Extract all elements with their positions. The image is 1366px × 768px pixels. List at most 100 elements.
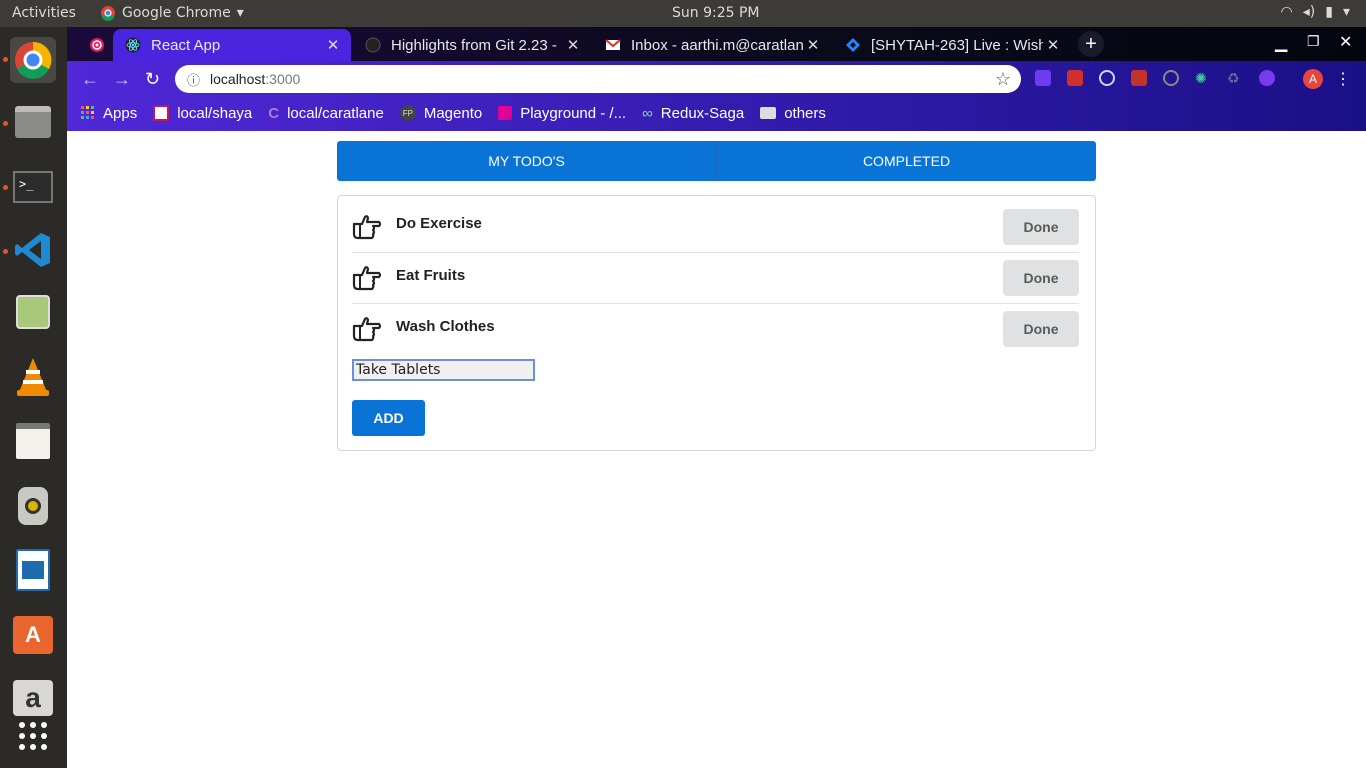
apps-grid-icon — [81, 106, 94, 119]
maximize-icon[interactable]: ❐ — [1307, 33, 1320, 50]
page-content: MY TODO'S COMPLETED Do Exercise Done Eat… — [67, 131, 1366, 768]
extension-icon[interactable] — [1067, 70, 1083, 86]
minimize-icon[interactable]: ▁ — [1275, 33, 1287, 53]
tab-inbox[interactable]: Inbox - aarthi.m@caratlan ✕ — [593, 29, 831, 61]
jira-icon — [846, 38, 860, 52]
target-icon — [90, 38, 104, 52]
app-menu[interactable]: Google Chrome ▾ — [100, 5, 244, 21]
activities-button[interactable]: Activities — [12, 5, 76, 21]
bookmark-playground[interactable]: Playground - /... — [498, 105, 626, 122]
todo-item: Wash Clothes Done — [352, 303, 1079, 354]
todo-text: Eat Fruits — [396, 266, 466, 284]
folder-icon — [760, 107, 777, 119]
done-button[interactable]: Done — [1003, 260, 1079, 296]
image-viewer-icon[interactable] — [10, 289, 56, 335]
todo-tabs: MY TODO'S COMPLETED — [337, 141, 1096, 181]
new-todo-input[interactable]: Take Tablets — [352, 359, 535, 381]
speaker-icon[interactable] — [10, 483, 56, 529]
tab-react-app[interactable]: React App ✕ — [113, 29, 351, 61]
extension-icon[interactable] — [1163, 70, 1179, 86]
info-icon: ⓘ — [187, 72, 201, 88]
bookmarks-bar: Apps local/shaya C local/caratlane FP Ma… — [67, 101, 842, 125]
bookmark-magento[interactable]: FP Magento — [399, 105, 482, 122]
menu-icon[interactable]: ⋮ — [1335, 69, 1351, 89]
github-icon — [365, 37, 381, 53]
system-top-bar: Activities Google Chrome ▾ Sun 9:25 PM ◠… — [0, 0, 1366, 27]
close-icon[interactable]: ✕ — [563, 36, 583, 54]
bookmark-favicon-icon: ∞ — [642, 104, 653, 122]
done-button[interactable]: Done — [1003, 208, 1079, 245]
bookmark-favicon-icon: C — [268, 104, 280, 122]
chevron-down-icon: ▾ — [236, 5, 244, 21]
url-host: localhost — [210, 71, 266, 87]
todo-text: Wash Clothes — [396, 317, 495, 335]
todo-item: Do Exercise Done — [352, 201, 1079, 252]
dock: >_ A a — [0, 27, 67, 768]
todo-card: Do Exercise Done Eat Fruits Done Wash Cl… — [337, 195, 1096, 451]
gmail-icon — [605, 39, 621, 50]
url-port: :3000 — [265, 71, 301, 87]
bookmark-favicon-icon: FP — [399, 105, 416, 121]
pointing-hand-icon — [352, 317, 382, 342]
extension-icon[interactable]: ✺ — [1195, 70, 1211, 86]
tab-jira[interactable]: [SHYTAH-263] Live : Wishl ✕ — [833, 29, 1071, 61]
battery-icon: ▮ — [1325, 4, 1333, 20]
tab-title: [SHYTAH-263] Live : Wishl — [871, 36, 1043, 54]
tab-completed[interactable]: COMPLETED — [716, 141, 1096, 181]
todo-item: Eat Fruits Done — [352, 252, 1079, 303]
vlc-icon[interactable] — [10, 354, 56, 400]
tab-title: Inbox - aarthi.m@caratlan — [631, 36, 803, 54]
clock[interactable]: Sun 9:25 PM — [672, 5, 760, 21]
show-apps-icon[interactable] — [10, 713, 56, 759]
todo-text: Do Exercise — [396, 215, 482, 232]
pointing-hand-icon — [352, 214, 382, 239]
volume-icon: ◂) — [1302, 4, 1316, 20]
extension-icon[interactable] — [1259, 70, 1275, 86]
wifi-icon: ◠ — [1280, 4, 1293, 20]
app-name: Google Chrome — [122, 5, 231, 21]
chrome-icon — [101, 6, 115, 21]
close-icon[interactable]: ✕ — [323, 36, 343, 54]
terminal-icon[interactable]: >_ — [10, 164, 56, 210]
bookmark-favicon-icon — [153, 105, 170, 121]
system-tray[interactable]: ◠ ◂) ▮ ▾ — [1281, 4, 1350, 20]
tab-title: Highlights from Git 2.23 - — [391, 36, 557, 54]
extension-icon[interactable]: ♻ — [1227, 70, 1243, 86]
back-icon[interactable]: ← — [81, 69, 99, 90]
bookmark-local-caratlane[interactable]: C local/caratlane — [268, 105, 384, 122]
browser-chrome: React App ✕ Highlights from Git 2.23 - ✕… — [67, 27, 1366, 131]
profile-avatar[interactable]: A — [1303, 69, 1323, 89]
pointing-hand-icon — [352, 266, 382, 291]
window-close-icon[interactable]: ✕ — [1339, 32, 1352, 52]
chevron-down-icon: ▾ — [1342, 4, 1350, 20]
bookmark-favicon-icon — [498, 106, 513, 120]
add-button[interactable]: ADD — [352, 400, 425, 436]
extension-icon[interactable] — [1099, 70, 1115, 86]
bookmark-folder-others[interactable]: others — [760, 105, 826, 122]
dock-chrome-icon[interactable] — [10, 37, 56, 83]
writer-icon[interactable] — [10, 547, 56, 593]
text-editor-icon[interactable] — [10, 418, 56, 464]
tab-git-highlights[interactable]: Highlights from Git 2.23 - ✕ — [353, 29, 591, 61]
reload-icon[interactable]: ↻ — [145, 69, 160, 90]
bookmark-redux-saga[interactable]: ∞ Redux-Saga — [642, 105, 744, 122]
new-tab-button[interactable]: + — [1078, 31, 1104, 57]
bookmark-apps[interactable]: Apps — [81, 105, 137, 122]
tab-my-todos[interactable]: MY TODO'S — [337, 141, 716, 181]
files-icon[interactable] — [10, 99, 56, 145]
close-icon[interactable]: ✕ — [1043, 36, 1063, 54]
bookmark-local-shaya[interactable]: local/shaya — [153, 105, 252, 122]
done-button[interactable]: Done — [1003, 311, 1079, 347]
tab-strip: React App ✕ Highlights from Git 2.23 - ✕… — [67, 27, 1366, 61]
extension-icon[interactable] — [1131, 70, 1147, 86]
tab-title: React App — [151, 36, 221, 54]
forward-icon[interactable]: → — [113, 69, 131, 90]
close-icon[interactable]: ✕ — [803, 36, 823, 54]
extension-icon[interactable] — [1035, 70, 1051, 86]
address-bar[interactable]: ⓘ localhost:3000 ☆ — [175, 65, 1021, 93]
react-icon — [125, 37, 141, 53]
vscode-icon[interactable] — [10, 227, 56, 273]
star-icon[interactable]: ☆ — [995, 69, 1011, 90]
software-center-icon[interactable]: A — [10, 612, 56, 658]
pinned-tab[interactable] — [77, 29, 113, 61]
